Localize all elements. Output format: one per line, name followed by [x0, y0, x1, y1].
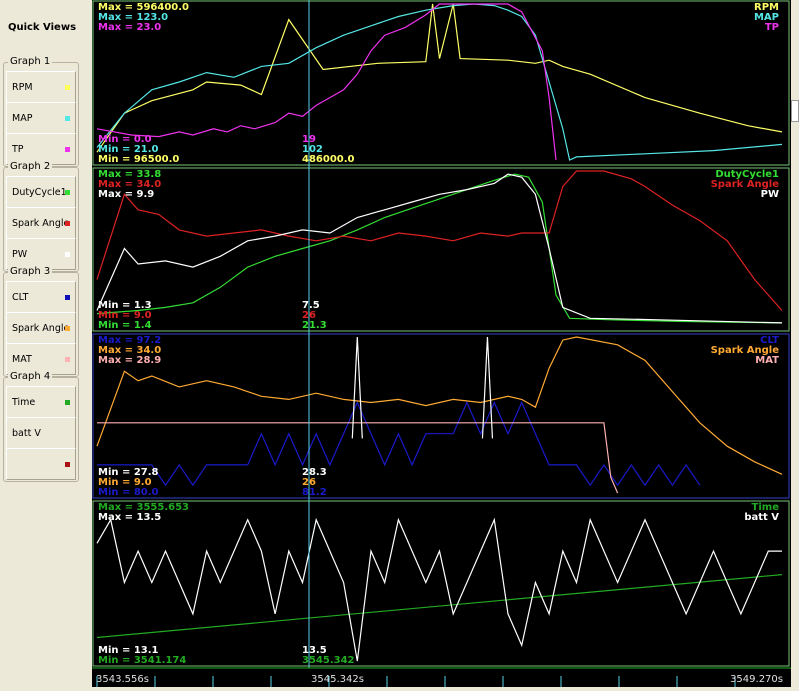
- graph-panel-1[interactable]: Max = 596400.0Max = 123.0Max = 23.0RPMMA…: [92, 0, 790, 166]
- graph-border: [92, 0, 790, 166]
- channel-label: MAP: [12, 113, 33, 124]
- channel-color-swatch: [65, 190, 70, 195]
- channel-color-swatch: [65, 400, 70, 405]
- min-label: Min = 80.0: [98, 487, 159, 498]
- min-label: Min = 3541.174: [98, 655, 186, 666]
- cursor-value: 3545.342: [302, 655, 355, 666]
- channel-label: Spark Angle: [12, 218, 70, 229]
- timeline-background: [92, 668, 791, 687]
- channel-color-swatch: [65, 462, 70, 467]
- graph-channel-button[interactable]: [6, 448, 76, 480]
- graph-border: [92, 333, 790, 499]
- timeline-end-label: 3549.270s: [730, 674, 783, 685]
- channel-color-swatch: [65, 221, 70, 226]
- log-graph-canvas[interactable]: Max = 596400.0Max = 123.0Max = 23.0RPMMA…: [92, 0, 791, 687]
- cursor-value: 81.2: [302, 487, 327, 498]
- legend-entry: PW: [761, 189, 779, 200]
- channel-label: DutyCycle1: [12, 187, 67, 198]
- graph-channel-button[interactable]: MAP: [6, 102, 76, 134]
- series-line-dutycycle1: [96, 173, 783, 324]
- graph-channel-button[interactable]: RPM: [6, 71, 76, 103]
- series-line-clt: [97, 401, 701, 487]
- graph-channel-button[interactable]: batt V: [6, 417, 76, 449]
- graph-channel-button[interactable]: DutyCycle1: [6, 176, 76, 208]
- series-line-tp: [96, 3, 557, 161]
- graph-border: [92, 167, 790, 332]
- graph-group-1: Graph 1 RPM MAP TP: [3, 56, 79, 167]
- channel-label: batt V: [12, 428, 41, 439]
- channel-label: TP: [12, 144, 24, 155]
- graph-group-title: Graph 3: [8, 266, 53, 277]
- graph-panel-2[interactable]: Max = 33.8Max = 34.0Max = 9.9DutyCycle1S…: [92, 167, 790, 332]
- graph-group-3: Graph 3 CLT Spark Angle MAT: [3, 266, 79, 377]
- graph-channel-button[interactable]: Spark Angle: [6, 312, 76, 344]
- timeline-cursor-label: 3545.342s: [311, 674, 364, 685]
- channel-color-swatch: [65, 116, 70, 121]
- series-line-rpm: [96, 3, 783, 153]
- channel-color-swatch: [65, 357, 70, 362]
- graph-group-title: Graph 4: [8, 371, 53, 382]
- max-label: Max = 23.0: [98, 22, 161, 33]
- channel-label: CLT: [12, 292, 29, 303]
- channel-label: PW: [12, 249, 28, 260]
- graph-group-4: Graph 4 Time batt V: [3, 371, 79, 482]
- series-line-batt-v: [96, 517, 782, 662]
- quick-views-panel: Quick Views Graph 1 RPM MAP TP Graph 2 DutyCy…: [0, 0, 90, 687]
- series-line-mat: [97, 422, 619, 494]
- quick-views-title: Quick Views: [7, 22, 77, 33]
- series-line-spark-angle: [96, 336, 783, 475]
- max-label: Max = 28.9: [98, 355, 161, 366]
- graph-group-title: Graph 2: [8, 161, 53, 172]
- legend-entry: MAT: [755, 355, 779, 366]
- channel-color-swatch: [65, 147, 70, 152]
- min-label: Min = 1.4: [98, 320, 152, 331]
- max-label: Max = 13.5: [98, 512, 161, 523]
- graph-panel-3[interactable]: Max = 97.2Max = 34.0Max = 28.9CLTSpark A…: [92, 333, 790, 499]
- graph-channel-button[interactable]: Time: [6, 386, 76, 418]
- channel-color-swatch: [65, 85, 70, 90]
- series-line-map: [96, 3, 783, 161]
- scrollbar-thumb[interactable]: [791, 100, 799, 122]
- graph-channel-button[interactable]: Spark Angle: [6, 207, 76, 239]
- series-line-spark-angle: [96, 170, 783, 311]
- legend-entry: TP: [765, 22, 779, 33]
- channel-color-swatch: [65, 326, 70, 331]
- graph-group-title: Graph 1: [8, 56, 53, 67]
- cursor-value: 21.3: [302, 320, 327, 331]
- timeline-start-label: 3543.556s: [96, 674, 149, 685]
- cursor-value: 486000.0: [302, 154, 355, 165]
- channel-color-swatch: [65, 252, 70, 257]
- series-line-pw: [96, 173, 783, 324]
- channel-label: Time: [12, 397, 36, 408]
- graph-group-2: Graph 2 DutyCycle1 Spark Angle PW: [3, 161, 79, 272]
- graph-channel-button[interactable]: CLT: [6, 281, 76, 313]
- channel-label: MAT: [12, 354, 32, 365]
- timeline-bar[interactable]: 3543.556s 3545.342s 3549.270s: [92, 667, 791, 687]
- chart-area[interactable]: Max = 596400.0 Max = 123.0 Max = 23.0 RPM MA…: [92, 0, 791, 687]
- min-label: Min = 96500.0: [98, 154, 179, 165]
- graph-panel-4[interactable]: Max = 3555.653Max = 13.5Timebatt VMin = …: [92, 500, 790, 667]
- channel-label: RPM: [12, 82, 33, 93]
- channel-label: Spark Angle: [12, 323, 70, 334]
- max-label: Max = 9.9: [98, 189, 154, 200]
- legend-entry: batt V: [744, 512, 779, 523]
- channel-color-swatch: [65, 295, 70, 300]
